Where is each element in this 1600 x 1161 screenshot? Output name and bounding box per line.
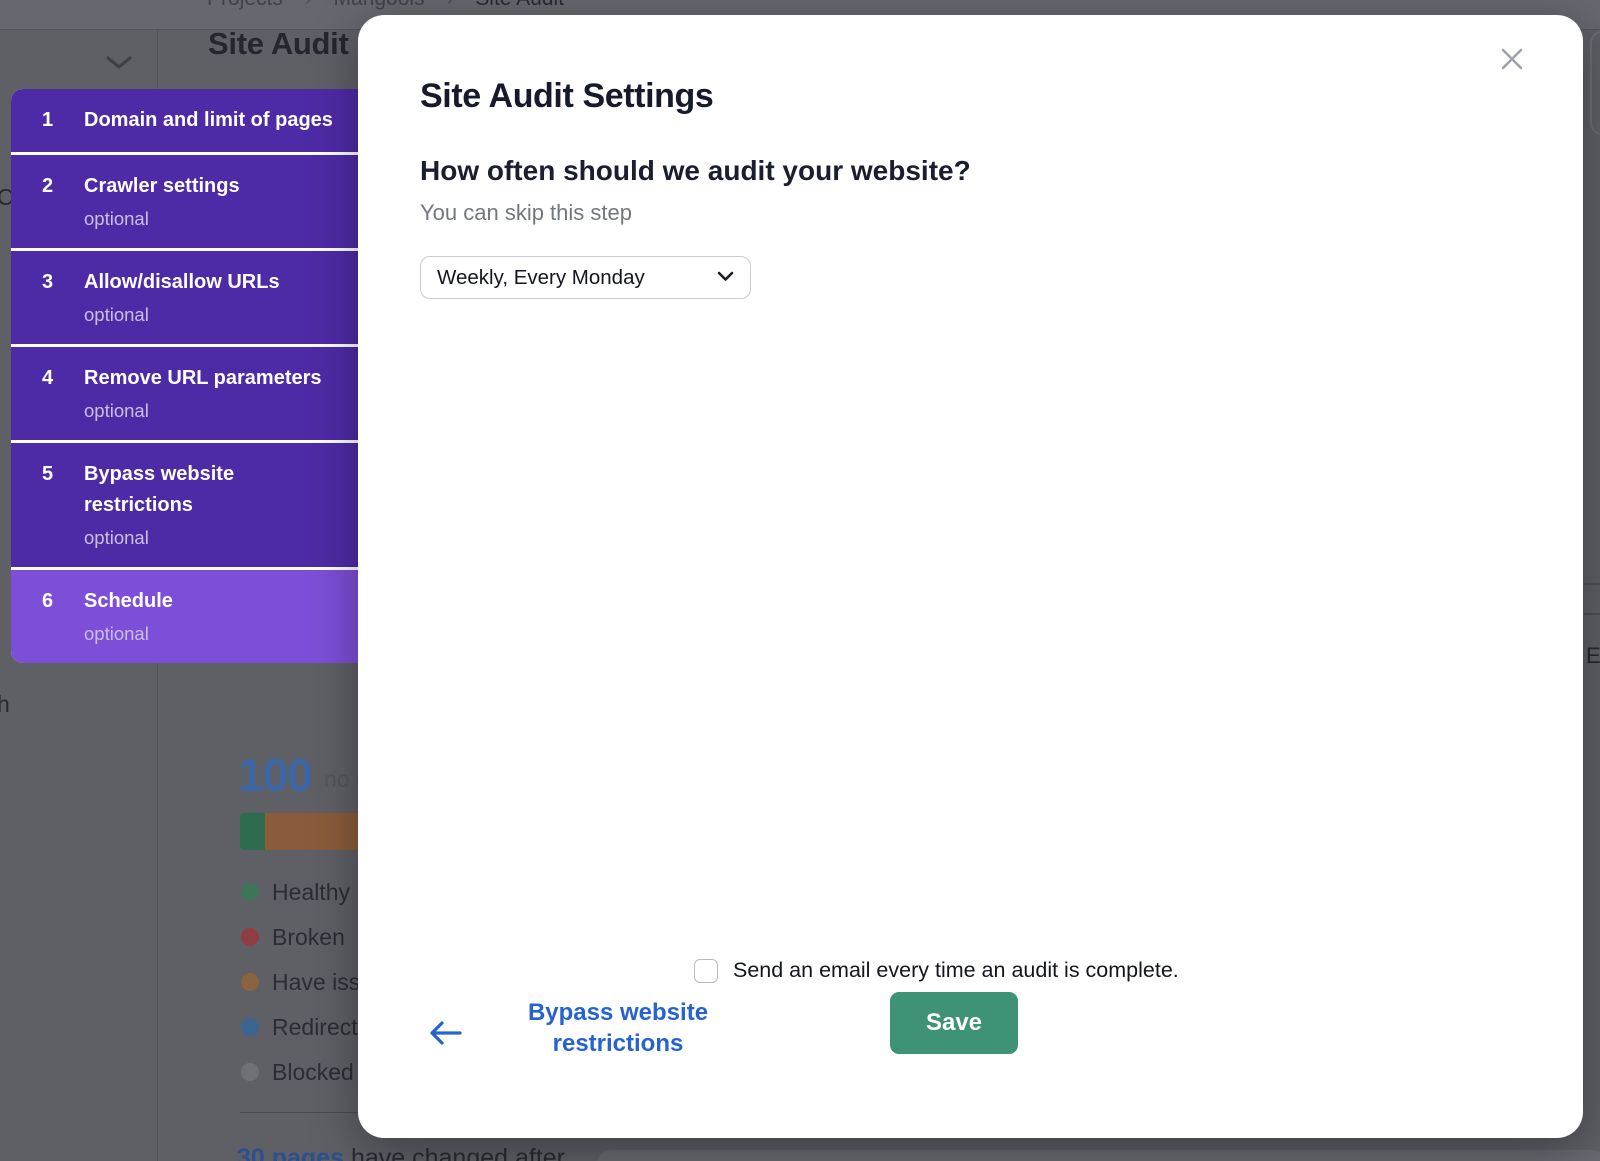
schedule-frequency-select[interactable]: Weekly, Every Monday	[420, 256, 751, 299]
breadcrumb-item-projects: Projects	[207, 0, 283, 11]
step-title: Schedule	[84, 586, 348, 617]
chevron-down-icon	[717, 269, 734, 287]
step-body: Remove URL parameters optional	[84, 363, 348, 424]
step-optional-label: optional	[84, 397, 348, 424]
breadcrumb-item-site-audit: Site Audit	[475, 0, 564, 11]
step-number: 1	[11, 105, 84, 136]
email-notification-label: Send an email every time an audit is com…	[733, 958, 1179, 983]
wizard-step-allow-disallow-urls[interactable]: 3 Allow/disallow URLs optional	[11, 251, 358, 344]
step-body: Domain and limit of pages	[84, 105, 348, 136]
schedule-frequency-value: Weekly, Every Monday	[437, 266, 645, 290]
changed-pages-link: 30 pages	[237, 1144, 344, 1161]
legend-label: Blocked	[272, 1059, 354, 1086]
wizard-step-remove-url-parameters[interactable]: 4 Remove URL parameters optional	[11, 347, 358, 440]
clipped-text-fragment: E	[1586, 643, 1600, 669]
step-title: Remove URL parameters	[84, 363, 348, 394]
background-table-card	[597, 1150, 1600, 1161]
modal-title: Site Audit Settings	[420, 77, 713, 116]
breadcrumb-item-mangools: Mangools	[334, 0, 425, 11]
wizard-step-schedule[interactable]: 6 Schedule optional	[11, 570, 358, 663]
legend-dot	[241, 1018, 259, 1036]
back-to-bypass-restrictions-link[interactable]: Bypass website restrictions	[488, 997, 748, 1059]
wizard-step-bypass-website-restrictions[interactable]: 5 Bypass website restrictions optional	[11, 443, 358, 567]
email-notification-checkbox[interactable]	[694, 959, 718, 983]
changed-pages-line: 30 pages have changed after	[237, 1144, 565, 1161]
step-body: Bypass website restrictions optional	[84, 459, 348, 551]
step-optional-label: optional	[84, 301, 348, 328]
arrow-left-icon[interactable]	[428, 1020, 464, 1051]
close-icon[interactable]	[1495, 42, 1529, 81]
step-title: Crawler settings	[84, 171, 348, 202]
legend-label: Redirects	[272, 1014, 369, 1041]
email-notification-row: Send an email every time an audit is com…	[694, 958, 1179, 983]
background-rule	[1584, 613, 1600, 615]
chevron-right-icon: ›	[447, 0, 454, 11]
background-card-corner	[1590, 31, 1600, 135]
legend-label: Broken	[272, 924, 345, 951]
step-number: 3	[11, 267, 84, 328]
step-optional-label: optional	[84, 205, 348, 232]
step-number: 6	[11, 586, 84, 647]
step-body: Crawler settings optional	[84, 171, 348, 232]
step-body: Schedule optional	[84, 586, 348, 647]
settings-wizard-steps: 1 Domain and limit of pages 2 Crawler se…	[11, 89, 358, 663]
step-optional-label: optional	[84, 620, 348, 647]
breadcrumb: Projects › Mangools › Site Audit	[207, 0, 564, 11]
background-rule	[1584, 583, 1600, 585]
step-number: 2	[11, 171, 84, 232]
step-number: 5	[11, 459, 84, 551]
legend-dot	[241, 928, 259, 946]
page-title: Site Audit	[208, 26, 349, 62]
chevron-down-icon	[104, 54, 134, 76]
save-button[interactable]: Save	[890, 992, 1018, 1054]
legend-dot	[241, 1063, 259, 1081]
bar-segment-healthy	[240, 813, 265, 850]
step-body: Allow/disallow URLs optional	[84, 267, 348, 328]
site-health-score: 100	[238, 748, 312, 802]
wizard-step-domain-and-limit[interactable]: 1 Domain and limit of pages	[11, 89, 358, 152]
legend-dot	[241, 883, 259, 901]
changed-pages-text: have changed after	[344, 1144, 565, 1161]
clipped-text-fragment: h	[0, 691, 10, 718]
step-title: Bypass website restrictions	[84, 459, 348, 521]
step-number: 4	[11, 363, 84, 424]
site-audit-settings-modal: Site Audit Settings How often should we …	[358, 15, 1583, 1138]
skip-step-hint: You can skip this step	[420, 200, 632, 226]
chevron-right-icon: ›	[305, 0, 312, 11]
legend-label: Healthy	[272, 879, 350, 906]
legend-dot	[241, 973, 259, 991]
step-title: Domain and limit of pages	[84, 105, 348, 136]
wizard-step-crawler-settings[interactable]: 2 Crawler settings optional	[11, 155, 358, 248]
step-title: Allow/disallow URLs	[84, 267, 348, 298]
step-optional-label: optional	[84, 524, 348, 551]
schedule-question: How often should we audit your website?	[420, 155, 971, 187]
